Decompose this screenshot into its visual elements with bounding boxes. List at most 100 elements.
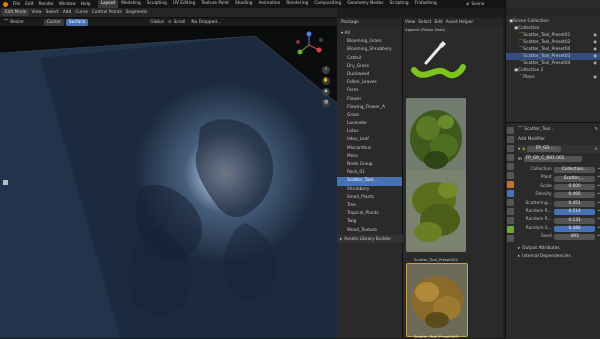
asset-thumbnail-2[interactable]	[406, 170, 466, 252]
modifier-input-field[interactable]: 0.495	[553, 192, 596, 199]
node-group-field[interactable]: FP_GR_C_B01.001	[523, 156, 582, 162]
internal-dependencies-panel[interactable]: ▸ Internal Dependencies	[518, 253, 600, 261]
tool-tab-icon[interactable]	[507, 127, 514, 134]
menu-asset-view[interactable]: View	[405, 20, 415, 25]
tab-layout[interactable]: Layout	[97, 0, 119, 8]
visibility-icon[interactable]: ◉	[593, 60, 597, 67]
menu-view[interactable]: View	[31, 10, 41, 15]
tab-geometry-nodes[interactable]: Geometry Nodes	[344, 0, 386, 8]
tab-texture-paint[interactable]: Texture Paint	[198, 0, 232, 8]
constraints-tab-icon[interactable]	[507, 217, 514, 224]
catalog-item[interactable]: Lotus	[337, 128, 402, 136]
asset-thumbnail-0[interactable]	[406, 35, 466, 90]
visibility-icon[interactable]: ◉	[593, 32, 597, 39]
modifier-close-icon[interactable]: ×	[594, 147, 598, 152]
visibility-icon[interactable]: ◉	[593, 46, 597, 53]
3d-viewport[interactable]: ⌕ ✋ ◉ ▦	[0, 18, 337, 338]
tab-sculpting[interactable]: Sculpting	[144, 0, 170, 8]
physics-tab-icon[interactable]	[507, 208, 514, 215]
menu-asset-select[interactable]: Select	[418, 20, 431, 25]
outliner-item[interactable]: ⌒ Plans ◉	[506, 74, 600, 81]
object-tab-icon[interactable]	[507, 181, 514, 188]
zoom-icon[interactable]: ⌕	[322, 66, 330, 74]
scene-selector[interactable]: ◈ Scene	[466, 0, 484, 8]
outliner-item[interactable]: ⌒ Scatter_Tool_Preset02 ◉	[506, 39, 600, 46]
snap-dropdown[interactable]: Scroll	[174, 20, 186, 25]
mode-selector[interactable]: Edit Mode	[2, 9, 30, 16]
outliner-item[interactable]: ⌒ Scatter_Tool_Preset03 ◉	[506, 53, 600, 60]
surface-button[interactable]: Surface	[65, 18, 89, 26]
catalog-item[interactable]: Ferns	[337, 87, 402, 95]
outliner-item[interactable]: ⌒ Scatter_Tool_Preset04 ◉	[506, 60, 600, 67]
tab-shading[interactable]: Shading	[232, 0, 255, 8]
tool-name[interactable]: Bezier	[10, 20, 23, 25]
modifier-input-field[interactable]: Collection...	[553, 167, 596, 174]
catalog-item[interactable]: Fallen_Leaves	[337, 79, 402, 87]
catalog-item[interactable]: Blooming_Shrubbery	[337, 46, 402, 54]
catalog-item[interactable]: Flower	[337, 96, 402, 104]
modifier-input-field[interactable]: 0.131	[553, 217, 596, 224]
catalog-item[interactable]: Rock_01	[337, 169, 402, 177]
outliner-item[interactable]: ▣ Scene Collection	[506, 18, 600, 25]
menu-window[interactable]: Window	[59, 2, 76, 7]
catalog-item[interactable]: Cattail	[337, 55, 402, 63]
texture-tab-icon[interactable]	[507, 235, 514, 242]
visibility-icon[interactable]: ◉	[593, 39, 597, 46]
catalog-item[interactable]: Wood_Texture	[337, 227, 402, 235]
tab-compositing[interactable]: Compositing	[311, 0, 344, 8]
tab-fridashing[interactable]: Fridashing	[412, 0, 440, 8]
catalog-item[interactable]: Tree	[337, 202, 402, 210]
navigation-gizmo[interactable]	[294, 30, 324, 60]
snap-icon[interactable]: ⊙	[168, 20, 172, 25]
tab-rendering[interactable]: Rendering	[283, 0, 311, 8]
scene-tab-icon[interactable]	[507, 163, 514, 170]
catalog-item[interactable]: lotus_Leaf	[337, 136, 402, 144]
catalog-item[interactable]: Moss	[337, 153, 402, 161]
catalog-item[interactable]: Node Group	[337, 161, 402, 169]
pin-icon[interactable]: ✎	[594, 127, 598, 132]
outliner-item[interactable]: ▣ Collection 2	[506, 67, 600, 74]
asset-thumbnail-3[interactable]	[406, 263, 468, 337]
add-modifier-button[interactable]: Add Modifier	[518, 137, 545, 142]
catalog-item[interactable]: Lavender	[337, 120, 402, 128]
visibility-icon[interactable]: ◉	[593, 74, 597, 81]
render-tab-icon[interactable]	[507, 136, 514, 143]
asset-library-builder-panel[interactable]: ▸ Assets Library Builder	[337, 235, 406, 243]
catalog-item[interactable]: Dry_Grass	[337, 63, 402, 71]
menu-edit[interactable]: Edit	[25, 2, 33, 7]
particles-tab-icon[interactable]	[507, 199, 514, 206]
menu-asset-edit[interactable]: Edit	[434, 20, 442, 25]
tab-modeling[interactable]: Modeling	[118, 0, 144, 8]
menu-control-points[interactable]: Control Points	[92, 10, 122, 15]
catalog-item[interactable]: Blooming_Grass	[337, 38, 402, 46]
catalog-title[interactable]: Package	[341, 20, 359, 25]
expand-modifier-icon[interactable]: ▾	[518, 147, 520, 152]
camera-icon[interactable]: ◉	[322, 88, 330, 96]
catalog-item[interactable]: Miscanthus	[337, 145, 402, 153]
catalog-item[interactable]: Grass	[337, 112, 402, 120]
modifier-tab-icon[interactable]	[507, 190, 514, 197]
modifier-input-field[interactable]: 493	[553, 234, 596, 241]
menu-select[interactable]: Select	[46, 10, 59, 15]
object-name[interactable]: Scatter_Tool...	[524, 127, 554, 132]
modifier-name-field[interactable]: FP_GR...	[527, 146, 562, 152]
cursor-button[interactable]: Cursor	[43, 18, 64, 26]
asset-thumbnail-1[interactable]	[406, 98, 466, 180]
tab-scripting[interactable]: Scripting	[387, 0, 412, 8]
outliner-item[interactable]: ⌒ Scatter_Tool_Preset01 ◉	[506, 32, 600, 39]
view-layer-tab-icon[interactable]	[507, 154, 514, 161]
world-tab-icon[interactable]	[507, 172, 514, 179]
drop-dropdown[interactable]: No Dropped...	[191, 20, 221, 25]
modifier-input-field[interactable]: Scatter_...	[553, 175, 596, 182]
catalog-item[interactable]: Duckweed	[337, 71, 402, 79]
menu-add[interactable]: Add	[63, 10, 71, 15]
outliner-item[interactable]: ▣ Collection	[506, 25, 600, 32]
tab-animation[interactable]: Animation	[255, 0, 283, 8]
output-tab-icon[interactable]	[507, 145, 514, 152]
sidebar-toggle-icon[interactable]	[3, 180, 8, 185]
tab-uv-editing[interactable]: UV Editing	[170, 0, 198, 8]
modifier-input-field[interactable]: 0.600	[553, 183, 596, 190]
modifier-input-field[interactable]: 0.451	[553, 200, 596, 207]
catalog-item[interactable]: Twig	[337, 218, 402, 226]
menu-curve[interactable]: Curve	[75, 10, 88, 15]
